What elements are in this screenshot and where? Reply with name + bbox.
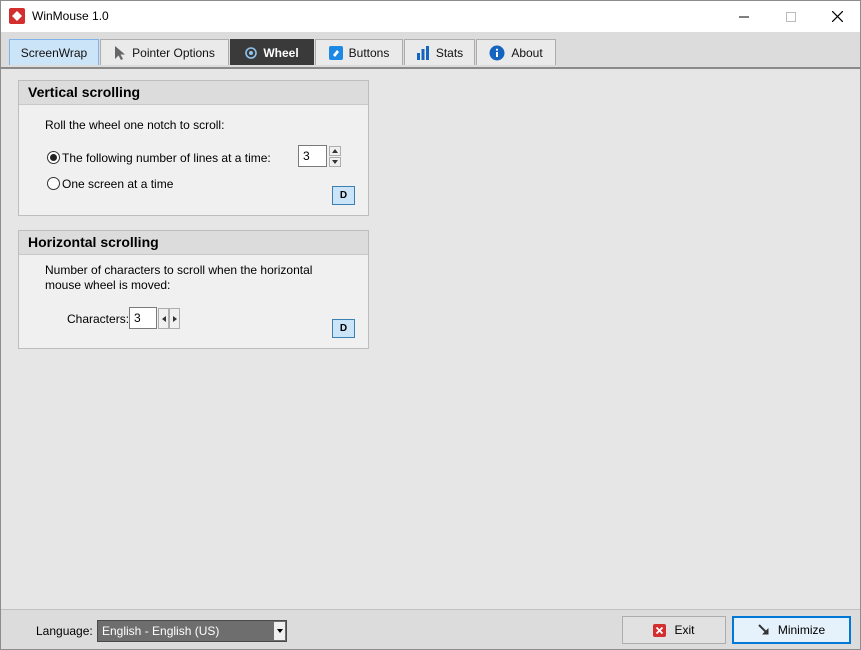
minimize-icon (739, 16, 749, 17)
language-select[interactable]: English - English (US) (97, 620, 287, 642)
buttons-icon (328, 45, 343, 60)
chevron-left-icon (161, 315, 166, 322)
characters-decrement-button[interactable] (158, 308, 169, 329)
minimize-button[interactable]: Minimize (732, 616, 851, 644)
horizontal-scrolling-group: Horizontal scrolling Number of character… (18, 230, 369, 349)
language-value: English - English (US) (102, 624, 220, 638)
chevron-right-icon (172, 315, 177, 322)
exit-icon (653, 623, 667, 637)
bar-chart-icon (416, 45, 429, 60)
tab-label: Buttons (348, 45, 390, 60)
tab-buttons[interactable]: Buttons (315, 39, 403, 65)
horizontal-default-button[interactable]: D (332, 319, 355, 338)
window-title: WinMouse 1.0 (32, 9, 109, 23)
info-icon (489, 45, 505, 60)
tab-label: ScreenWrap (20, 45, 88, 60)
minimize-label: Minimize (777, 623, 826, 637)
chevron-up-icon (332, 149, 338, 153)
minimize-window-button[interactable] (721, 1, 767, 32)
exit-button[interactable]: Exit (622, 616, 726, 644)
chevron-down-icon (332, 160, 338, 164)
maximize-window-button[interactable] (768, 1, 814, 32)
one-screen-option-label[interactable]: One screen at a time (62, 177, 173, 191)
title-bar: WinMouse 1.0 (1, 1, 860, 32)
exit-label: Exit (674, 623, 695, 637)
tab-bar: ScreenWrap Pointer Options Wheel Buttons… (1, 32, 860, 69)
maximize-icon (786, 11, 796, 22)
language-label: Language: (36, 624, 93, 638)
tab-stats[interactable]: Stats (404, 39, 475, 65)
one-screen-radio[interactable] (47, 177, 60, 190)
tab-screenwrap[interactable]: ScreenWrap (9, 39, 99, 65)
vertical-default-button[interactable]: D (332, 186, 355, 205)
lines-radio[interactable] (47, 151, 60, 164)
tab-label: About (511, 45, 543, 60)
characters-label: Characters: (67, 312, 130, 326)
horizontal-instruction-line1: Number of characters to scroll when the … (45, 263, 313, 277)
group-header: Horizontal scrolling (19, 231, 368, 255)
footer-bar: Language: English - English (US) Exit Mi… (1, 609, 860, 649)
vertical-instruction: Roll the wheel one notch to scroll: (45, 118, 225, 132)
close-window-button[interactable] (814, 1, 860, 32)
tab-label: Pointer Options (132, 45, 215, 60)
arrow-down-right-icon (758, 624, 769, 635)
wheel-panel: Vertical scrolling Roll the wheel one no… (1, 69, 860, 609)
tab-label: Stats (435, 45, 464, 60)
tab-wheel[interactable]: Wheel (230, 39, 314, 65)
vertical-scrolling-group: Vertical scrolling Roll the wheel one no… (18, 80, 369, 216)
horizontal-instruction-line2: mouse wheel is moved: (45, 278, 171, 292)
lines-increment-button[interactable] (329, 146, 341, 156)
lines-option-label[interactable]: The following number of lines at a time: (62, 151, 271, 165)
characters-spinner-input[interactable]: 3 (129, 307, 157, 329)
lines-decrement-button[interactable] (329, 157, 341, 167)
tab-about[interactable]: About (476, 39, 556, 65)
group-header: Vertical scrolling (19, 81, 368, 105)
app-logo-icon (9, 8, 25, 24)
pointer-icon (115, 45, 126, 60)
characters-increment-button[interactable] (169, 308, 180, 329)
close-icon (831, 11, 843, 22)
wheel-icon (245, 46, 258, 59)
tab-label: Wheel (263, 45, 299, 60)
app-window: WinMouse 1.0 ScreenWrap Pointer Options … (0, 0, 861, 650)
lines-spinner-input[interactable]: 3 (298, 145, 327, 167)
dropdown-arrow-icon (274, 622, 285, 640)
tab-pointer-options[interactable]: Pointer Options (100, 39, 229, 65)
